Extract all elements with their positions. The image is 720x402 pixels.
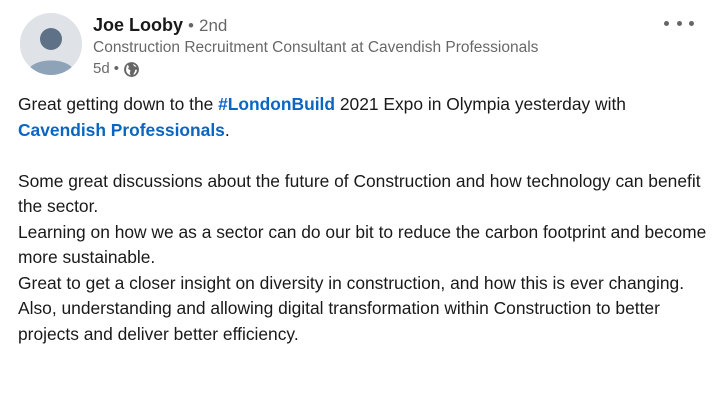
more-options-icon bbox=[664, 20, 669, 26]
company-mention-link[interactable]: Cavendish Professionals bbox=[18, 120, 225, 140]
more-options-dot bbox=[689, 20, 694, 26]
feed-post: Joe Looby • 2nd Construction Recruitment… bbox=[0, 0, 720, 402]
person-silhouette-icon bbox=[20, 13, 82, 75]
connection-degree: 2nd bbox=[199, 16, 228, 35]
separator-dot: • bbox=[188, 16, 194, 35]
more-options-dot bbox=[676, 20, 682, 26]
post-meta: 5d • bbox=[93, 59, 660, 79]
post-time: 5d bbox=[93, 60, 110, 77]
intro-text: Great getting down to the bbox=[18, 94, 219, 114]
post-line-digital: Also, understanding and allowing digital… bbox=[18, 298, 660, 344]
post-line-sustainability: Learning on how we as a sector can do ou… bbox=[18, 221, 707, 268]
post-paragraph-intro: Great getting down to the #LondonBuild 2… bbox=[18, 92, 708, 143]
more-options-button[interactable] bbox=[664, 14, 694, 32]
intro-period: . bbox=[224, 119, 230, 140]
post-body: Great getting down to the #LondonBuild 2… bbox=[18, 92, 708, 347]
post-author-block: Joe Looby • 2nd Construction Recruitment… bbox=[93, 13, 660, 79]
post-line-diversity: Great to get a closer insight on diversi… bbox=[18, 272, 685, 293]
globe-icon bbox=[123, 61, 140, 78]
post-line-discussions: Some great discussions about the future … bbox=[18, 170, 701, 217]
intro-text-continued: 2021 Expo in Olympia yesterday with bbox=[335, 94, 626, 114]
hashtag-link[interactable]: #LondonBuild bbox=[218, 94, 335, 114]
author-name-line: Joe Looby • 2nd bbox=[93, 13, 660, 37]
author-headline: Construction Recruitment Consultant at C… bbox=[93, 39, 539, 56]
author-name[interactable]: Joe Looby bbox=[93, 15, 183, 35]
meta-separator: • bbox=[113, 60, 119, 77]
avatar[interactable] bbox=[20, 13, 82, 75]
